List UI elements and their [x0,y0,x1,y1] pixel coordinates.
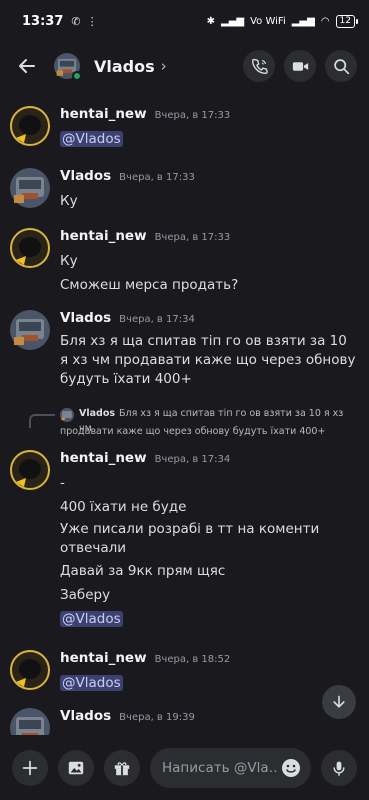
message-text: Давай за 9кк прям щяс [60,563,226,579]
chat-title[interactable]: Vlados [94,57,155,76]
search-button[interactable] [325,50,357,82]
image-icon [68,761,84,774]
header-avatar[interactable] [54,53,82,81]
user-mention[interactable]: @Vlados [60,131,123,147]
reply-author[interactable]: Vlados [79,408,115,419]
video-icon [292,61,308,71]
author-name[interactable]: Vlados [60,168,111,184]
message-list[interactable]: hentai_new Вчера, в 17:33 @Vlados Vlados… [0,90,369,735]
phone-icon [251,58,268,74]
message-input[interactable] [162,759,277,776]
status-time: 13:37 [22,13,64,29]
signal-icon-2: ▂▄▆ [291,15,315,27]
search-icon [333,58,349,74]
author-name[interactable]: hentai_new [60,450,147,466]
attach-button[interactable] [12,749,48,786]
plus-icon [22,760,38,775]
chat-header: Vlados › [0,42,369,90]
author-name[interactable]: hentai_new [60,106,147,122]
online-status-dot [72,71,82,81]
status-left-icons: ✆ ⋮ [71,15,97,28]
call-button[interactable] [243,50,275,82]
timestamp: Вчера, в 19:39 [119,712,195,723]
user-avatar[interactable] [10,168,50,208]
message-text: - [60,475,65,491]
message-text: Уже писали розрабі в тт на коменти отвеч… [60,521,320,556]
voice-message-button[interactable] [321,749,357,786]
user-avatar[interactable] [10,650,50,690]
battery-icon: 12 [335,14,359,28]
message-text: Бля хз я ща спитав тіп го ов взяти за 10… [60,333,356,387]
user-avatar[interactable] [10,310,50,350]
author-name[interactable]: hentai_new [60,650,147,666]
status-bar: 13:37 ✆ ⋮ ✱ ▂▄▆ Vo WiFi ▂▄▆ ◠ 12 [0,0,369,42]
video-call-button[interactable] [284,50,316,82]
user-mention[interactable]: @Vlados [60,675,123,691]
message-text: Ку [60,253,78,269]
back-arrow-icon[interactable] [14,53,40,79]
jump-to-latest-button[interactable] [322,685,356,719]
timestamp: Вчера, в 17:33 [119,172,195,183]
vowifi-label: Vo WiFi [250,15,286,27]
reply-preview[interactable]: Vlados Бля хз я ща спитав тіп го ов взяти… [0,406,369,448]
user-avatar[interactable] [10,228,50,268]
message-text: Сможеш мерса продать? [60,277,239,293]
author-name[interactable]: hentai_new [60,228,147,244]
timestamp: Вчера, в 17:34 [119,314,195,325]
author-name[interactable]: Vlados [60,310,111,326]
gallery-button[interactable] [58,749,94,786]
microphone-icon [333,761,345,776]
reply-text-continued: продавати каже що через обнову будуть їх… [60,426,326,437]
timestamp: Вчера, в 17:34 [154,454,231,465]
status-right: ✱ ▂▄▆ Vo WiFi ▂▄▆ ◠ 12 [206,14,359,28]
message-text: 400 їхати не буде [60,499,187,515]
timestamp: Вчера, в 17:33 [154,232,231,243]
message-input-wrapper[interactable] [150,747,311,788]
message-composer [0,735,369,800]
author-name[interactable]: Vlados [60,708,111,724]
message-text: Ку [60,193,78,209]
bluetooth-icon: ✱ [206,15,216,27]
chevron-right-icon[interactable]: › [161,57,167,75]
dots-icon: ⋮ [86,14,98,28]
wifi-icon: ◠ [320,15,330,27]
reply-connector [29,414,55,428]
timestamp: Вчера, в 18:52 [154,654,231,665]
user-avatar[interactable] [10,708,50,735]
signal-icon: ▂▄▆ [221,15,245,27]
user-avatar[interactable] [10,106,50,146]
user-mention[interactable]: @Vlados [60,611,123,627]
message-text: Заберу [60,587,111,603]
gift-button[interactable] [104,749,140,786]
gift-icon [114,761,130,775]
reply-avatar [60,408,74,422]
arrow-down-icon [333,695,345,708]
timestamp: Вчера, в 17:33 [154,110,231,121]
emoji-button[interactable] [277,754,305,782]
user-avatar[interactable] [10,450,50,490]
emoji-icon [282,758,300,777]
call-status-icon: ✆ [71,14,81,28]
